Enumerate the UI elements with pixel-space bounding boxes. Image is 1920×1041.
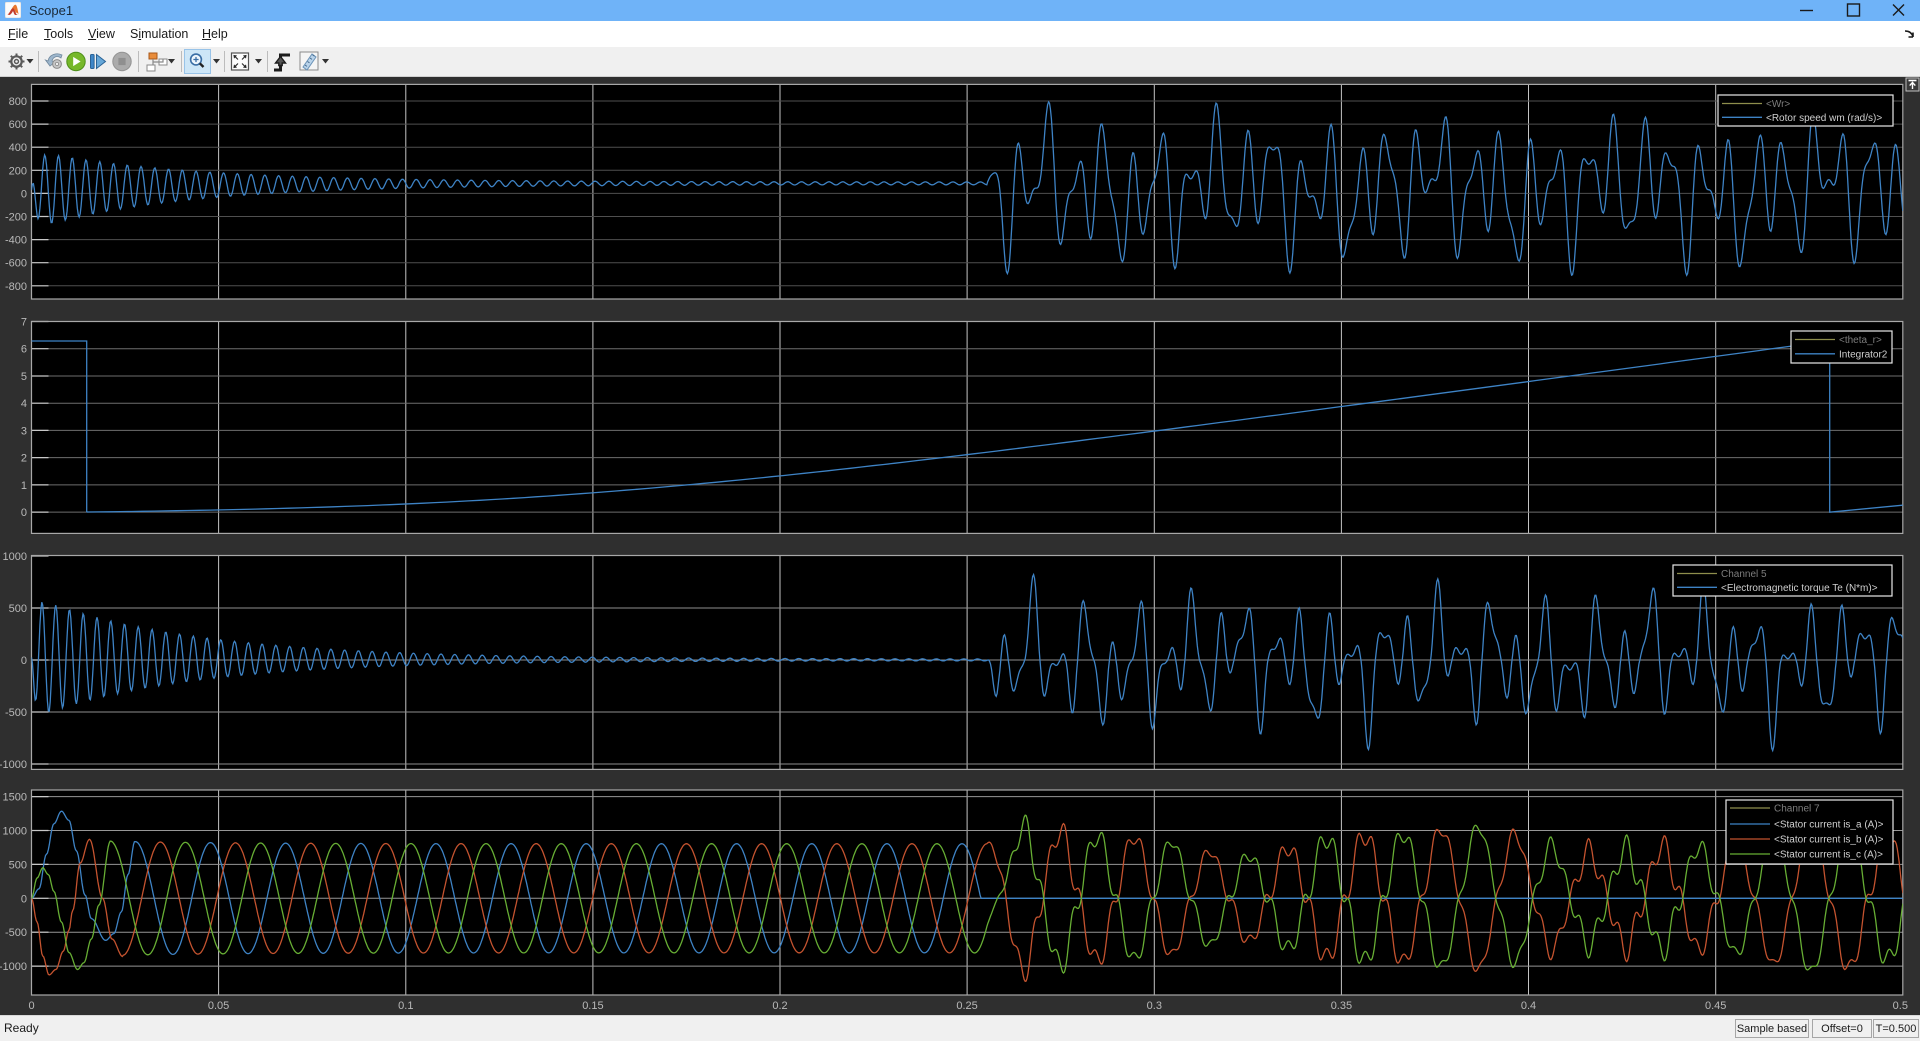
svg-text:0.4: 0.4 — [1521, 1000, 1536, 1012]
svg-text:2: 2 — [21, 453, 27, 465]
svg-text:0: 0 — [21, 188, 27, 200]
svg-text:0.3: 0.3 — [1147, 1000, 1162, 1012]
svg-text:4: 4 — [21, 398, 27, 410]
svg-text:3: 3 — [21, 425, 27, 437]
svg-text:<Stator current is_b (A)>: <Stator current is_b (A)> — [1774, 835, 1884, 846]
svg-text:<theta_r>: <theta_r> — [1839, 335, 1882, 346]
svg-text:6: 6 — [21, 344, 27, 356]
svg-text:200: 200 — [9, 165, 27, 177]
svg-text:-400: -400 — [5, 235, 27, 247]
svg-text:1: 1 — [21, 480, 27, 492]
svg-text:<Rotor speed wm (rad/s)>: <Rotor speed wm (rad/s)> — [1766, 113, 1882, 124]
svg-text:-600: -600 — [5, 258, 27, 270]
svg-text:0.35: 0.35 — [1331, 1000, 1352, 1012]
svg-text:-1000: -1000 — [0, 759, 27, 771]
svg-text:400: 400 — [9, 142, 27, 154]
svg-text:500: 500 — [9, 603, 27, 615]
svg-text:-1000: -1000 — [0, 961, 27, 973]
svg-text:600: 600 — [9, 119, 27, 131]
svg-text:<Stator current is_c (A)>: <Stator current is_c (A)> — [1774, 850, 1883, 861]
svg-text:1000: 1000 — [3, 826, 27, 838]
svg-text:Channel 7: Channel 7 — [1774, 804, 1820, 815]
svg-text:0: 0 — [21, 893, 27, 905]
svg-text:1000: 1000 — [3, 551, 27, 563]
svg-text:0.15: 0.15 — [582, 1000, 603, 1012]
svg-text:5: 5 — [21, 371, 27, 383]
svg-text:800: 800 — [9, 96, 27, 108]
svg-text:-500: -500 — [5, 927, 27, 939]
svg-text:<Wr>: <Wr> — [1766, 99, 1790, 110]
svg-text:0.45: 0.45 — [1705, 1000, 1726, 1012]
svg-text:0.5: 0.5 — [1893, 1000, 1908, 1012]
svg-text:<Stator current is_a (A)>: <Stator current is_a (A)> — [1774, 820, 1884, 831]
svg-text:500: 500 — [9, 859, 27, 871]
svg-text:0.05: 0.05 — [208, 1000, 229, 1012]
svg-text:-500: -500 — [5, 707, 27, 719]
svg-text:-800: -800 — [5, 281, 27, 293]
svg-text:-200: -200 — [5, 212, 27, 224]
svg-text:Channel 5: Channel 5 — [1721, 569, 1767, 580]
svg-text:0.1: 0.1 — [398, 1000, 413, 1012]
svg-text:<Electromagnetic torque Te (N*: <Electromagnetic torque Te (N*m)> — [1721, 583, 1878, 594]
svg-text:0.2: 0.2 — [772, 1000, 787, 1012]
svg-text:0: 0 — [28, 1000, 34, 1012]
svg-text:0: 0 — [21, 507, 27, 519]
svg-text:1500: 1500 — [3, 792, 27, 804]
svg-text:Integrator2: Integrator2 — [1839, 349, 1888, 360]
svg-text:7: 7 — [21, 317, 27, 329]
svg-text:0: 0 — [21, 655, 27, 667]
svg-text:0.25: 0.25 — [956, 1000, 977, 1012]
